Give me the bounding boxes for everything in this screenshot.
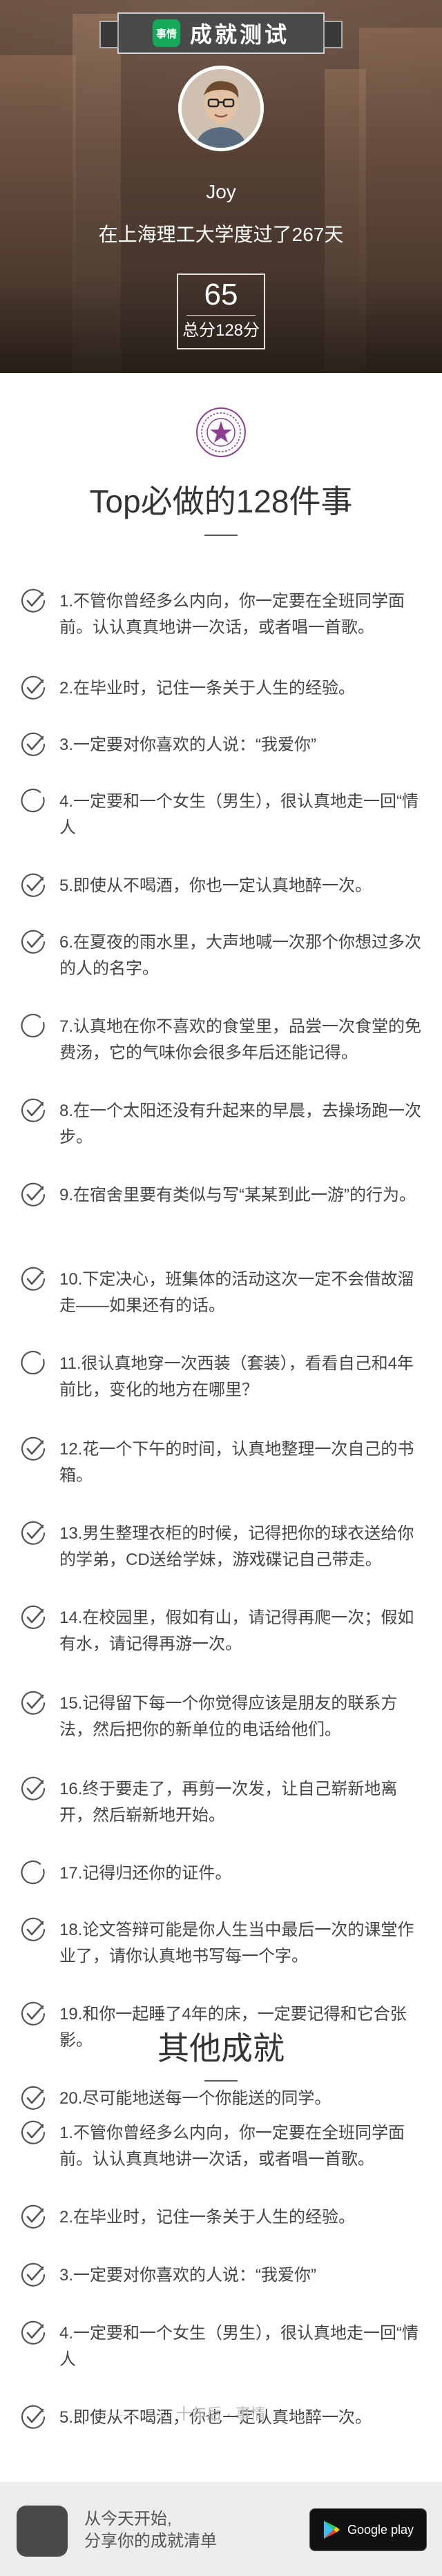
checked-circle-icon[interactable] — [19, 1775, 47, 1803]
checked-circle-icon[interactable] — [19, 1519, 47, 1547]
checked-circle-icon[interactable] — [19, 2203, 47, 2231]
footer-brand: 十年后 · 事情 — [0, 2402, 442, 2424]
checked-circle-icon[interactable] — [19, 731, 47, 758]
app-logo-icon: 事情 — [152, 19, 180, 47]
checked-circle-icon[interactable] — [19, 1916, 47, 1943]
google-play-icon — [323, 2521, 340, 2539]
achievement-text: 1.不管你曾经多么内向，你一定要在全班同学面前。认认真真地讲一次话，或者唱一首歌… — [59, 592, 405, 637]
page-title: 成就测试 — [189, 22, 289, 47]
hero-banner: 事情 成就测试 Joy 在上海理工大学度过了267天 65 总分128分 — [0, 0, 442, 373]
app-icon — [17, 2506, 68, 2557]
school-days-text: 在上海理工大学度过了267天 — [98, 224, 344, 245]
share-cta-line-2: 分享你的成就清单 — [84, 2532, 217, 2550]
achievement-text: 20.尽可能地送每一个你能送的同学。 — [59, 2089, 332, 2108]
checked-circle-icon[interactable] — [19, 1181, 47, 1209]
achievement-text: 1.不管你曾经多么内向，你一定要在全班同学面前。认认真真地讲一次话，或者唱一首歌… — [59, 2124, 405, 2169]
checked-circle-icon[interactable] — [19, 1265, 47, 1293]
seal-emblem-icon — [196, 407, 246, 457]
page: 事情 成就测试 Joy 在上海理工大学度过了267天 65 总分128分 Top… — [0, 0, 442, 2576]
checked-circle-icon[interactable] — [19, 2319, 47, 2347]
achievement-text: 15.记得留下每一个你觉得应该是朋友的联系方法，然后把你的新单位的电话给他们。 — [59, 1694, 398, 1739]
title-banner: 事情 成就测试 — [99, 12, 343, 54]
section-divider — [204, 2080, 238, 2082]
achievement-text: 7.认真地在你不喜欢的食堂里，品尝一次食堂的免费汤，它的气味你会很多年后还能记得… — [59, 1017, 422, 1062]
unchecked-circle-icon[interactable] — [19, 1012, 47, 1040]
checked-circle-icon[interactable] — [19, 872, 47, 899]
checked-circle-icon[interactable] — [19, 674, 47, 702]
score-value: 65 — [204, 278, 238, 311]
unchecked-circle-icon[interactable] — [19, 1859, 47, 1887]
achievement-text: 2.在毕业时，记住一条关于人生的经验。 — [59, 679, 356, 698]
achievement-text: 3.一定要对你喜欢的人说：“我爱你” — [59, 2266, 316, 2285]
achievement-text: 8.在一个太阳还没有升起来的早晨，去操场跑一次步。 — [59, 1102, 422, 1146]
achievement-text: 2.在毕业时，记住一条关于人生的经验。 — [59, 2208, 356, 2227]
achievement-text: 14.在校园里，假如有山，请记得再爬一次；假如有水，请记得再游一次。 — [59, 1608, 414, 1653]
checked-circle-icon[interactable] — [19, 2261, 47, 2289]
checked-circle-icon[interactable] — [19, 587, 47, 615]
achievement-text: 17.记得归还你的证件。 — [59, 1864, 232, 1883]
ribbon-left — [99, 21, 119, 48]
achievement-text: 3.一定要对你喜欢的人说：“我爱你” — [59, 736, 316, 754]
achievement-text: 13.男生整理衣柜的时候，记得把你的球衣送给你的学弟，CD送给学妹，游戏碟记自己… — [59, 1524, 414, 1569]
achievement-text: 11.很认真地穿一次西装（套装），看看自己和4年前比，变化的地方在哪里？ — [59, 1354, 414, 1399]
achievement-text: 12.花一个下午的时间，认真地整理一次自己的书箱。 — [59, 1440, 414, 1485]
achievement-text: 6.在夏夜的雨水里，大声地喊一次那个你想过多次的人的名字。 — [59, 933, 422, 978]
achievement-text: 4.一定要和一个女生（男生），很认真地走一回“情人 — [59, 792, 419, 837]
achievement-text: 4.一定要和一个女生（男生），很认真地走一回“情人 — [59, 2324, 419, 2369]
section-title-other: 其他成就 — [157, 2030, 285, 2066]
checked-circle-icon[interactable] — [19, 1689, 47, 1717]
checked-circle-icon[interactable] — [19, 928, 47, 956]
section-divider — [204, 535, 238, 536]
achievement-text: 9.在宿舍里要有类似与写“某某到此一游”的行为。 — [59, 1186, 416, 1204]
achievement-text: 18.论文答辩可能是你人生当中最后一次的课堂作业了，请你认真地书写每一个字。 — [59, 1921, 414, 1965]
score-box: 65 总分128分 — [177, 273, 265, 349]
checked-circle-icon[interactable] — [19, 1435, 47, 1463]
download-bar: 从今天开始, 分享你的成就清单 Google play — [0, 2482, 442, 2576]
google-play-label: Google play — [347, 2522, 414, 2537]
unchecked-circle-icon[interactable] — [19, 1349, 47, 1377]
achievement-text: 5.即使从不喝酒，你也一定认真地醉一次。 — [59, 876, 372, 895]
section-title-top: Top必做的128件事 — [89, 483, 353, 519]
checked-circle-icon[interactable] — [19, 1097, 47, 1124]
checked-circle-icon[interactable] — [19, 2119, 47, 2146]
score-total: 总分128分 — [182, 321, 260, 340]
avatar[interactable] — [178, 66, 264, 151]
share-cta-line-1: 从今天开始, — [84, 2510, 172, 2528]
achievement-text: 10.下定决心，班集体的活动这次一定不会借故溜走——如果还有的话。 — [59, 1270, 414, 1315]
user-name: Joy — [206, 181, 236, 202]
checked-circle-icon[interactable] — [19, 2084, 47, 2112]
checked-circle-icon[interactable] — [19, 1604, 47, 1631]
achievement-text: 16.终于要走了，再剪一次发，让自己崭新地离开，然后崭新地开始。 — [59, 1780, 398, 1825]
avatar-portrait-icon — [182, 69, 260, 148]
share-cta: 从今天开始, 分享你的成就清单 — [84, 2508, 250, 2553]
unchecked-circle-icon[interactable] — [19, 787, 47, 815]
ribbon-right — [323, 21, 343, 48]
google-play-button[interactable]: Google play — [309, 2508, 427, 2551]
